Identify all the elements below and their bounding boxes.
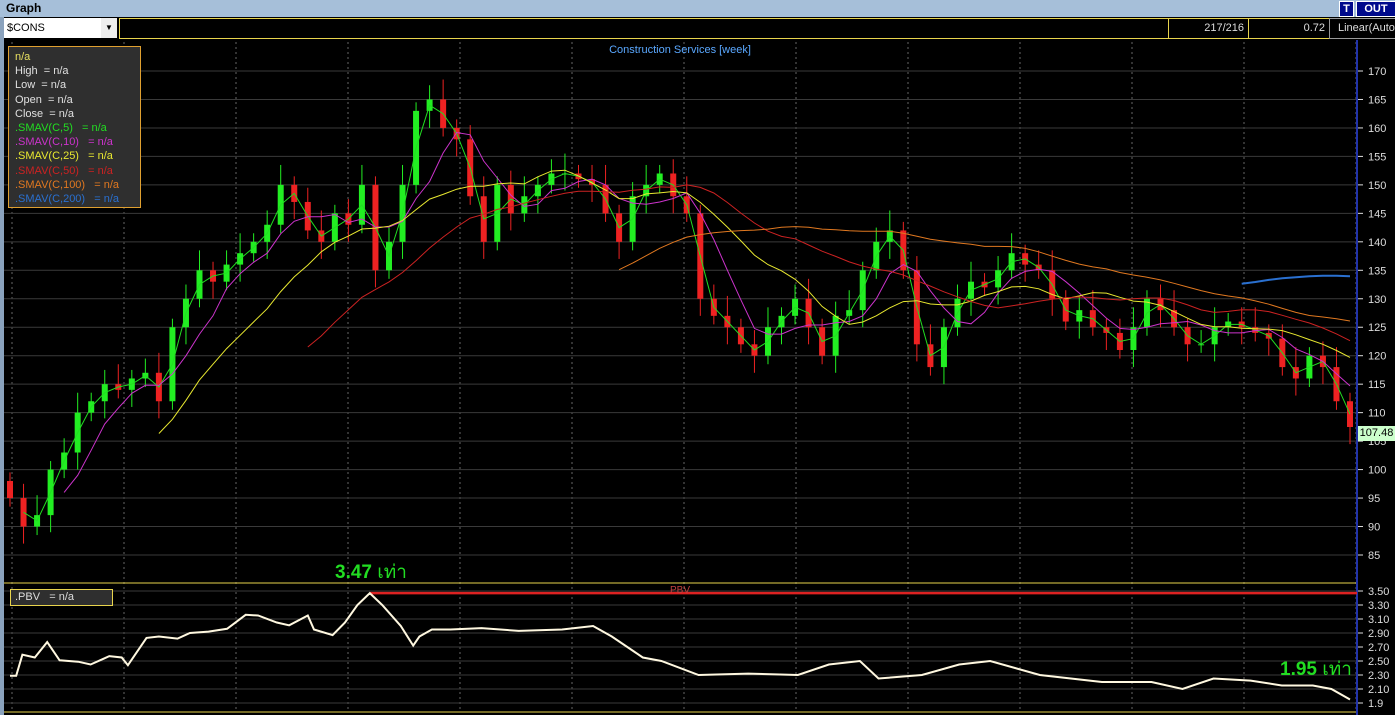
price-tick-label: 85 bbox=[1368, 550, 1380, 562]
price-tick-label: 100 bbox=[1368, 465, 1386, 477]
sma-line-25 bbox=[158, 169, 1351, 434]
price-tick-label: 135 bbox=[1368, 265, 1386, 277]
legend-item: .SMAV(C,100) = n/a bbox=[15, 178, 120, 191]
price-tick-label: 90 bbox=[1368, 522, 1380, 534]
pbv-tick-label: 1.9 bbox=[1368, 698, 1383, 710]
candle-body bbox=[1347, 401, 1353, 427]
legend-item: Open = n/a bbox=[15, 93, 73, 106]
price-tick-label: 125 bbox=[1368, 322, 1386, 334]
chevron-down-icon[interactable]: ▼ bbox=[101, 18, 117, 38]
price-tick-label: 145 bbox=[1368, 208, 1386, 220]
legend-item: Close = n/a bbox=[15, 107, 75, 120]
pbv-tick-label: 3.30 bbox=[1368, 600, 1389, 612]
bar-count: 217/216 bbox=[1168, 18, 1249, 39]
pbv-tick-label: 2.30 bbox=[1368, 670, 1389, 682]
pbv-legend: .PBV = n/a bbox=[10, 589, 113, 606]
pbv-tick-label: 2.50 bbox=[1368, 656, 1389, 668]
pbv-line bbox=[10, 591, 1351, 701]
price-tick-label: 95 bbox=[1368, 493, 1380, 505]
legend-item: .SMAV(C,50) = n/a bbox=[15, 164, 113, 177]
symbol-select[interactable]: $CONS ▼ bbox=[4, 18, 117, 38]
pbv-last-annotation: 1.95 เท่า bbox=[1280, 654, 1352, 684]
pbv-tick-label: 2.10 bbox=[1368, 684, 1389, 696]
pbv-last-value: 1.95 bbox=[1280, 659, 1317, 680]
legend-item: .SMAV(C,5) = n/a bbox=[15, 121, 107, 134]
legend-item: .SMAV(C,200) = n/a bbox=[15, 192, 120, 205]
pbv-title: PBV bbox=[669, 585, 690, 596]
legend-item: .SMAV(C,25) = n/a bbox=[15, 150, 113, 163]
price-tick-label: 160 bbox=[1368, 123, 1386, 135]
legend-item: .SMAV(C,10) = n/a bbox=[15, 136, 113, 149]
pbv-tick-label: 2.70 bbox=[1368, 642, 1389, 654]
price-tick-label: 165 bbox=[1368, 94, 1386, 106]
sma-line-10 bbox=[63, 131, 1351, 493]
info-field bbox=[119, 18, 1169, 39]
price-tick-label: 110 bbox=[1368, 408, 1386, 420]
chart-title: Construction Services [week] bbox=[609, 44, 751, 56]
pbv-high-unit: เท่า bbox=[377, 562, 407, 583]
price-tick-label: 120 bbox=[1368, 351, 1386, 363]
value-field: 0.72 bbox=[1248, 18, 1330, 39]
pbv-tick-label: 2.90 bbox=[1368, 628, 1389, 640]
price-tick-label: 115 bbox=[1368, 379, 1386, 391]
price-tick-label: 150 bbox=[1368, 180, 1386, 192]
legend-item: Low = n/a bbox=[15, 79, 67, 92]
last-price-label: 107.48 bbox=[1358, 426, 1395, 441]
price-tick-label: 140 bbox=[1368, 237, 1386, 249]
pbv-tick-label: 3.50 bbox=[1368, 586, 1389, 598]
chart-canvas[interactable]: 8590951001051101151201251301351401451501… bbox=[0, 0, 1395, 715]
legend-box: n/a High = n/a Low = n/a Open = n/a Close = … bbox=[8, 46, 141, 208]
sma-line-5 bbox=[23, 104, 1351, 522]
pbv-high-annotation: 3.47 เท่า bbox=[335, 557, 407, 587]
pbv-tick-label: 3.10 bbox=[1368, 614, 1389, 626]
price-tick-label: 130 bbox=[1368, 294, 1386, 306]
pbv-high-value: 3.47 bbox=[335, 562, 372, 583]
scale-select[interactable]: Linear(Auto bbox=[1329, 18, 1395, 39]
legend-item: n/a bbox=[15, 51, 31, 63]
price-tick-label: 170 bbox=[1368, 66, 1386, 78]
price-tick-label: 155 bbox=[1368, 151, 1386, 163]
candle-body bbox=[7, 480, 13, 499]
pbv-last-unit: เท่า bbox=[1322, 659, 1352, 680]
legend-item: High = n/a bbox=[15, 65, 69, 78]
sma-line-200 bbox=[1241, 274, 1351, 285]
symbol-value: $CONS bbox=[7, 22, 45, 34]
